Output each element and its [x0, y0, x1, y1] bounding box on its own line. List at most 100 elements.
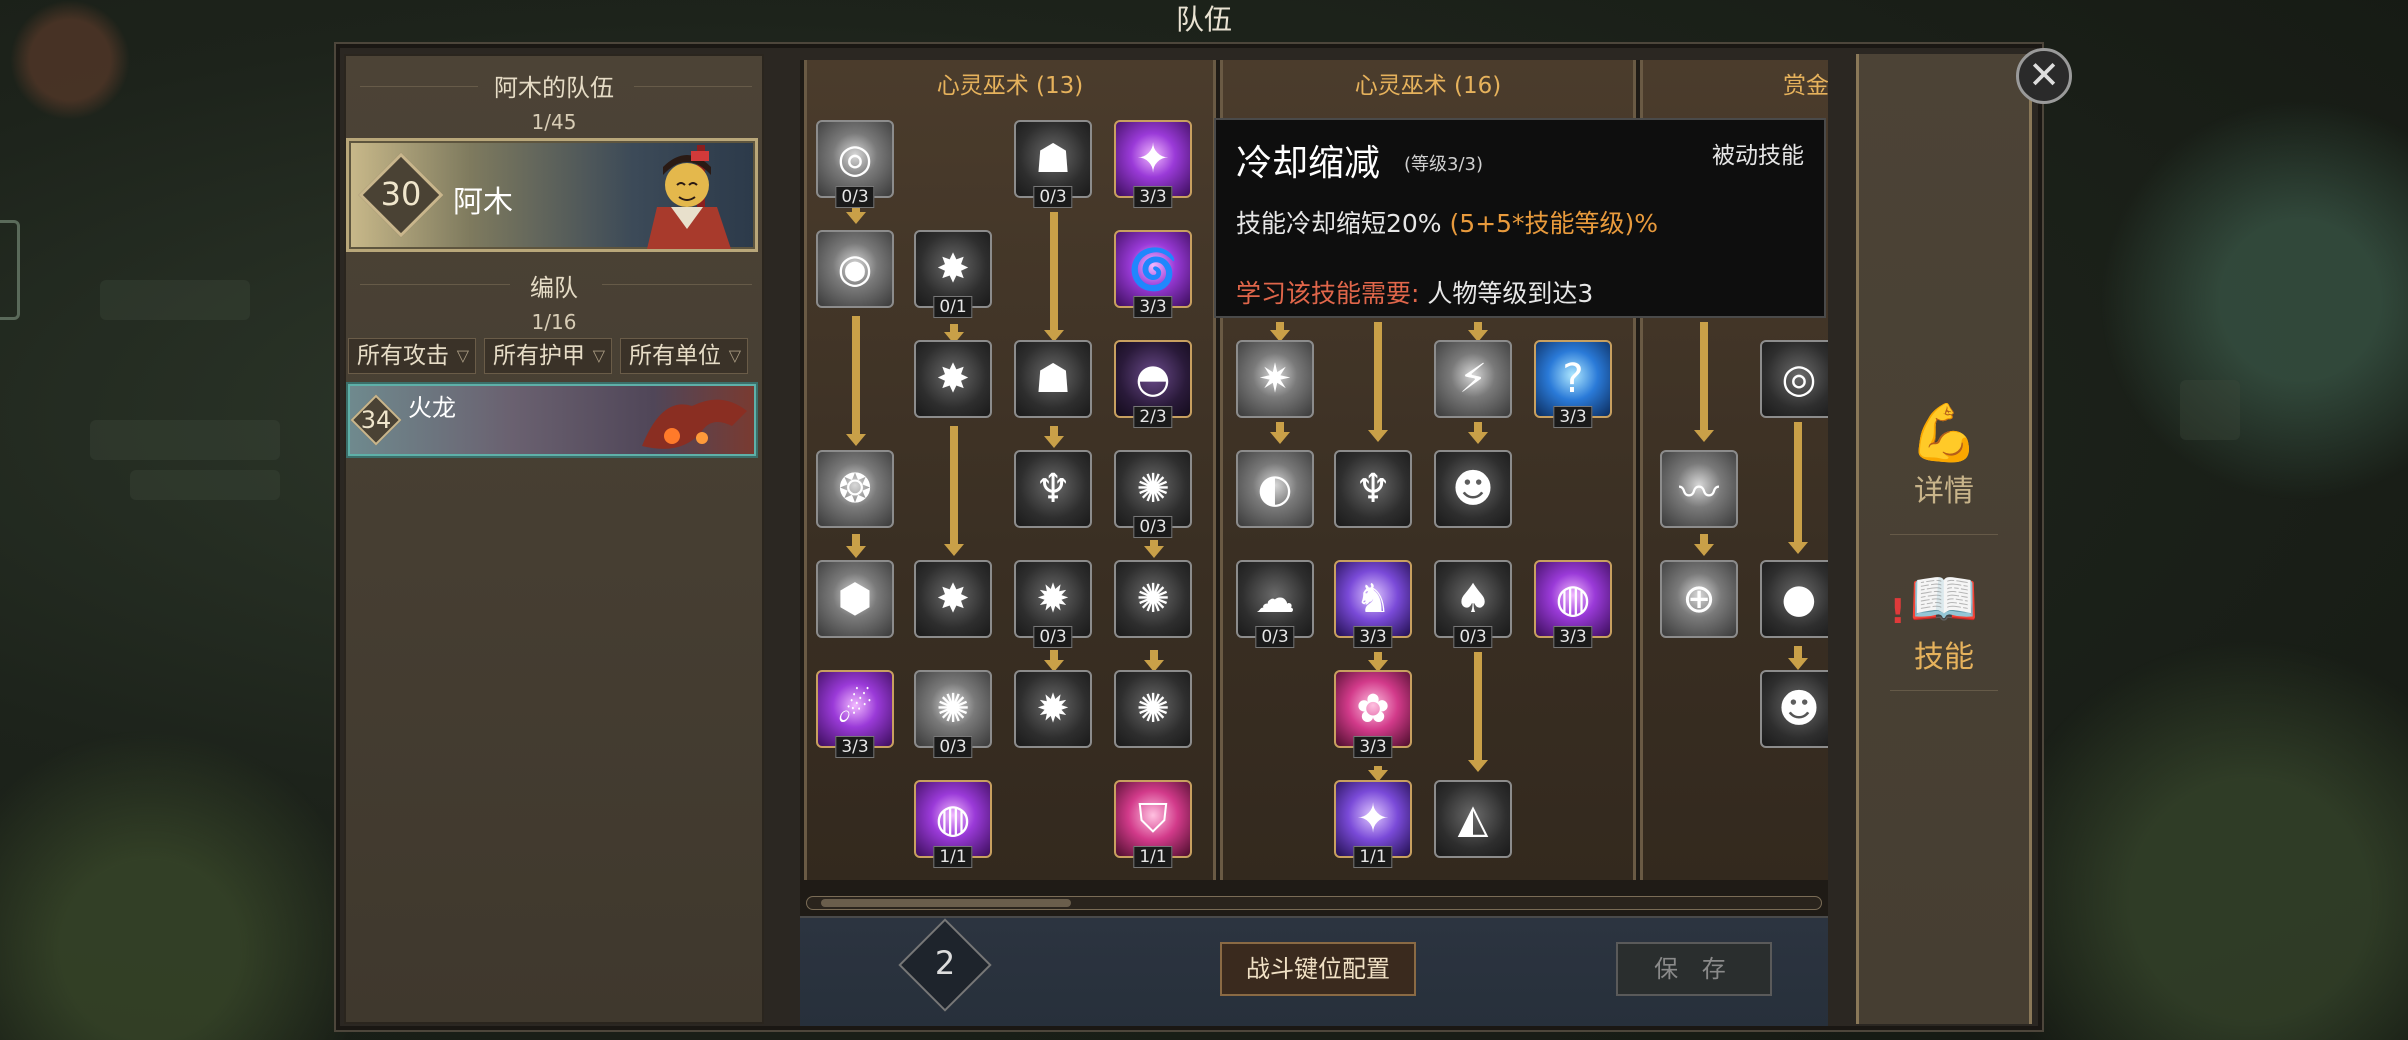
unit-card[interactable]: 34 火龙 [346, 382, 758, 458]
chevron-down-icon: ▽ [728, 346, 741, 365]
skill-link-arrow [846, 316, 866, 446]
formation-count: 1/16 [531, 310, 577, 334]
skill-rank: 3/3 [1133, 296, 1173, 318]
skill-link-arrow [1368, 766, 1388, 782]
skill-strike-icon[interactable]: ⚡ [1434, 340, 1512, 418]
skill-beast-icon[interactable]: ☗ [1014, 340, 1092, 418]
skill-monster-icon[interactable]: ☻ [1434, 450, 1512, 528]
skill-flash-icon[interactable]: ✸ 0/1 [914, 230, 992, 318]
skill-link-arrow [944, 324, 964, 344]
tooltip-skill-level: (等级3/3) [1404, 154, 1484, 175]
skill-eye-icon[interactable]: ◍ 1/1 [914, 780, 992, 868]
tab-skills[interactable]: 📖 技能 [1856, 566, 2032, 676]
skills-alert-icon: ! [1890, 592, 1906, 632]
skill-flash-icon[interactable]: ✸ [914, 560, 992, 638]
chevron-down-icon: ▽ [592, 346, 605, 365]
skill-burst-icon[interactable]: ✺ [1114, 560, 1192, 638]
skill-mystery-icon[interactable]: ? 3/3 [1534, 340, 1612, 428]
hex-outline-icon [0, 220, 20, 320]
horizontal-scrollbar[interactable] [806, 896, 1822, 910]
skill-beetle-icon[interactable]: ♆ [1014, 450, 1092, 528]
skill-link-arrow [1270, 322, 1290, 342]
skill-swirl-icon[interactable]: 🌀 3/3 [1114, 230, 1192, 318]
background-tile [2180, 380, 2240, 440]
skill-spiral-icon[interactable]: ◎ 0/3 [816, 120, 894, 208]
skill-flash-icon[interactable]: ✸ [914, 340, 992, 418]
hero-card[interactable]: 30 阿木 [346, 138, 758, 252]
filter-attack[interactable]: 所有攻击 ▽ [348, 338, 476, 374]
skill-rank: 3/3 [1353, 736, 1393, 758]
skill-rank: 0/3 [835, 186, 875, 208]
skill-wave-icon[interactable]: 〰 [1660, 450, 1738, 528]
tab-details[interactable]: 💪 详情 [1856, 400, 2032, 510]
skill-eye-icon[interactable]: ◍ 3/3 [1534, 560, 1612, 648]
tooltip-skill-name: 冷却缩减 [1236, 143, 1381, 184]
unit-level: 34 [360, 406, 392, 434]
skill-points-count: 2 [934, 944, 956, 982]
skill-impact-icon[interactable]: ✷ [1236, 340, 1314, 418]
skill-rank: 0/1 [933, 296, 973, 318]
filter-armor[interactable]: 所有护甲 ▽ [484, 338, 612, 374]
skill-imp-icon[interactable]: ☻ [1760, 670, 1828, 748]
skill-ghost-icon[interactable]: ☁ 0/3 [1236, 560, 1314, 648]
skill-beetle-icon[interactable]: ♆ [1334, 450, 1412, 528]
skill-beast-icon[interactable]: ☗ 0/3 [1014, 120, 1092, 208]
skill-sphere-icon[interactable]: ✹ 0/3 [1014, 560, 1092, 648]
skill-spirit-icon[interactable]: ♞ 3/3 [1334, 560, 1412, 648]
scrollbar-thumb[interactable] [821, 899, 1071, 907]
skill-orb-icon[interactable]: ⬢ [816, 560, 894, 638]
tooltip-req-value: 人物等级到达3 [1427, 279, 1594, 308]
skill-link-arrow [1368, 322, 1388, 442]
skill-link-arrow [1694, 322, 1714, 442]
skill-slash-icon[interactable]: ✦ 1/1 [1334, 780, 1412, 868]
skill-rank: 3/3 [1553, 626, 1593, 648]
side-tab-panel [1856, 54, 2032, 1024]
skill-target-icon[interactable]: ⊕ [1660, 560, 1738, 638]
filter-unit-label: 所有单位 [629, 343, 721, 369]
tooltip-description: 技能冷却缩短20% (5+5*技能等级)% [1236, 204, 1658, 240]
filter-unit[interactable]: 所有单位 ▽ [620, 338, 748, 374]
skill-burst-icon[interactable]: ✺ 0/3 [1114, 450, 1192, 538]
save-button[interactable]: 保 存 [1616, 942, 1772, 996]
battle-keybind-button[interactable]: 战斗键位配置 [1220, 942, 1416, 996]
skill-fireball-icon[interactable]: ☄ 3/3 [816, 670, 894, 758]
skill-hood-icon[interactable]: ◓ 2/3 [1114, 340, 1192, 428]
skill-link-arrow [1788, 646, 1808, 670]
skill-rank: 0/3 [1033, 186, 1073, 208]
skill-hooded-figure-icon[interactable]: ◭ [1434, 780, 1512, 858]
skill-link-arrow [1468, 322, 1488, 342]
skill-link-arrow [1694, 534, 1714, 556]
skill-link-arrow [1468, 652, 1488, 772]
skill-sphere-icon[interactable]: ✹ [1014, 670, 1092, 748]
skill-maw-icon[interactable]: ✿ 3/3 [1334, 670, 1412, 758]
skill-link-arrow [1368, 652, 1388, 672]
skill-rank: 1/1 [933, 846, 973, 868]
tooltip-desc-text: 技能冷却缩短20% [1236, 209, 1442, 238]
filter-armor-label: 所有护甲 [493, 343, 585, 369]
skill-slash-icon[interactable]: ✦ 3/3 [1114, 120, 1192, 208]
skill-rank: 1/1 [1133, 846, 1173, 868]
skill-link-arrow [1044, 650, 1064, 672]
skill-burst-icon[interactable]: ✺ [1114, 670, 1192, 748]
close-icon[interactable]: ✕ [2016, 48, 2072, 104]
skill-disc-icon[interactable]: ◐ [1236, 450, 1314, 528]
skill-vortex-icon[interactable]: ◉ [816, 230, 894, 308]
background-tile [90, 420, 280, 460]
skill-rank: 1/1 [1353, 846, 1393, 868]
tab-details-label: 详情 [1914, 474, 1974, 509]
skill-rank: 0/3 [1453, 626, 1493, 648]
skill-glow-icon[interactable]: ✺ 0/3 [914, 670, 992, 758]
flame-book-icon: 📖 [1909, 567, 1979, 632]
formation-title: 编队 [530, 274, 578, 302]
skill-rank: 2/3 [1133, 406, 1173, 428]
skill-link-arrow [1044, 212, 1064, 342]
skill-shield-icon[interactable]: ⛉ 1/1 [1114, 780, 1192, 868]
tooltip-req-label: 学习该技能需要: [1236, 279, 1420, 308]
skill-tree-title: 心灵巫术 (13) [936, 73, 1084, 99]
skill-wisp-icon[interactable]: ❂ [816, 450, 894, 528]
skill-bomb-icon[interactable]: ● [1760, 560, 1828, 638]
background-tile [130, 470, 280, 500]
skill-ring-icon[interactable]: ◎ [1760, 340, 1828, 418]
skill-shadow-icon[interactable]: ♠ 0/3 [1434, 560, 1512, 648]
skill-tree-title: 赏金 [1783, 73, 1828, 99]
